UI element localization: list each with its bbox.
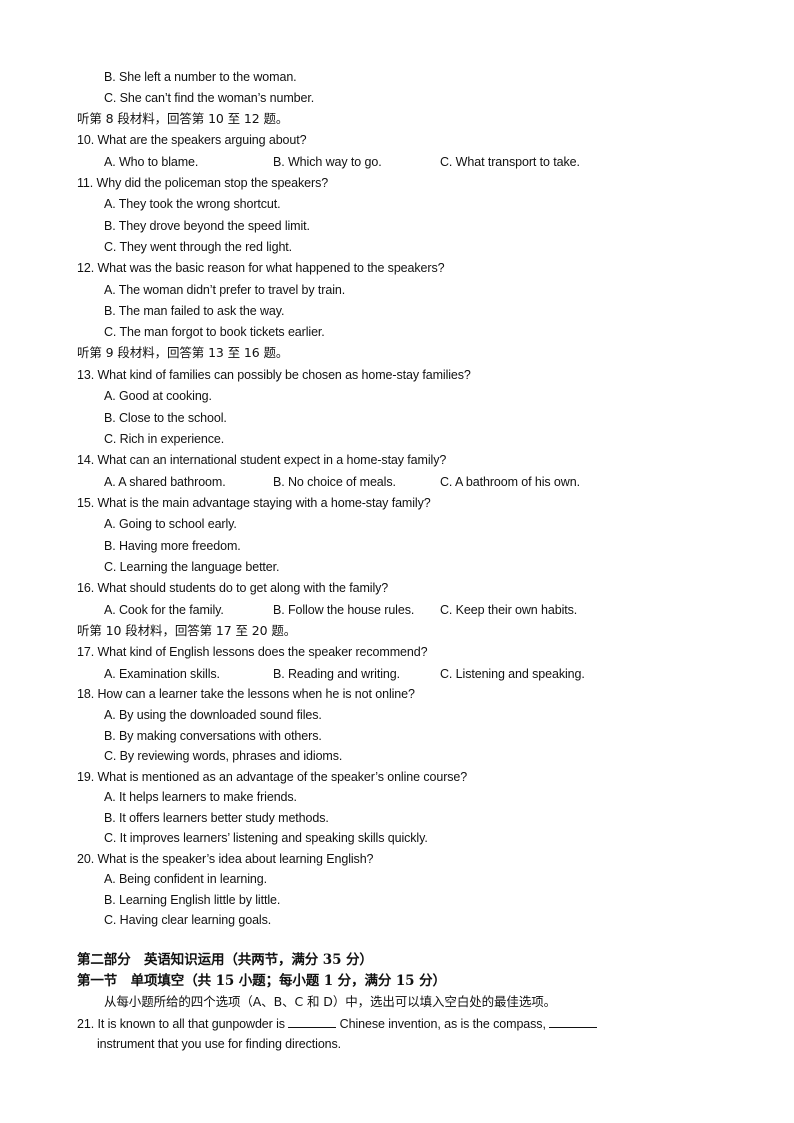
question-11: 11. Why did the policeman stop the speak…: [77, 176, 329, 190]
option-12a: A. The woman didn’t prefer to travel by …: [104, 283, 346, 297]
question-19: 19. What is mentioned as an advantage of…: [77, 770, 468, 784]
option-13b: B. Close to the school.: [104, 411, 227, 425]
question-21-text-2: Chinese invention, as is the compass,: [336, 1017, 550, 1031]
option-12c: C. The man forgot to book tickets earlie…: [104, 325, 325, 339]
section-10-header: 听第 10 段材料，回答第 17 至 20 题。: [77, 623, 297, 638]
question-13: 13. What kind of families can possibly b…: [77, 368, 471, 382]
option-16a: A. Cook for the family.: [104, 603, 224, 617]
option-11c: C. They went through the red light.: [104, 240, 293, 254]
option-19a: A. It helps learners to make friends.: [104, 790, 297, 804]
option-9b: B. She left a number to the woman.: [104, 70, 297, 84]
question-18: 18. How can a learner take the lessons w…: [77, 687, 415, 701]
option-14c: C. A bathroom of his own.: [440, 475, 580, 489]
option-16c: C. Keep their own habits.: [440, 603, 578, 617]
option-11b: B. They drove beyond the speed limit.: [104, 219, 310, 233]
answer-blank[interactable]: [288, 1015, 337, 1028]
question-20: 20. What is the speaker’s idea about lea…: [77, 852, 374, 866]
question-17: 17. What kind of English lessons does th…: [77, 645, 428, 659]
option-16b: B. Follow the house rules.: [273, 603, 415, 617]
option-14b: B. No choice of meals.: [273, 475, 396, 489]
option-20b: B. Learning English little by little.: [104, 893, 281, 907]
option-19b: B. It offers learners better study metho…: [104, 811, 329, 825]
option-12b: B. The man failed to ask the way.: [104, 304, 285, 318]
option-13a: A. Good at cooking.: [104, 389, 212, 403]
option-15b: B. Having more freedom.: [104, 539, 241, 553]
part-two-heading: 第二部分 英语知识运用（共两节，满分 35 分）: [77, 952, 373, 968]
option-18a: A. By using the downloaded sound files.: [104, 708, 322, 722]
option-10a: A. Who to blame.: [104, 155, 199, 169]
question-21: 21. It is known to all that gunpowder is…: [77, 1015, 598, 1032]
question-15: 15. What is the main advantage staying w…: [77, 496, 431, 510]
section-9-header: 听第 9 段材料，回答第 13 至 16 题。: [77, 345, 289, 360]
option-18b: B. By making conversations with others.: [104, 729, 322, 743]
option-10b: B. Which way to go.: [273, 155, 382, 169]
section-one-heading: 第一节 单项填空（共 15 小题；每小题 1 分，满分 15 分）: [77, 973, 446, 989]
option-15c: C. Learning the language better.: [104, 560, 280, 574]
question-21-continued: instrument that you use for finding dire…: [97, 1037, 342, 1051]
option-17b: B. Reading and writing.: [273, 667, 400, 681]
question-16: 16. What should students do to get along…: [77, 581, 389, 595]
option-19c: C. It improves learners’ listening and s…: [104, 831, 428, 845]
option-17c: C. Listening and speaking.: [440, 667, 585, 681]
exam-page: B. She left a number to the woman. C. Sh…: [0, 0, 794, 1123]
question-10: 10. What are the speakers arguing about?: [77, 133, 307, 147]
question-14: 14. What can an international student ex…: [77, 453, 447, 467]
option-20a: A. Being confident in learning.: [104, 872, 267, 886]
option-15a: A. Going to school early.: [104, 517, 237, 531]
section-8-header: 听第 8 段材料，回答第 10 至 12 题。: [77, 111, 289, 126]
option-14a: A. A shared bathroom.: [104, 475, 226, 489]
option-13c: C. Rich in experience.: [104, 432, 225, 446]
answer-blank[interactable]: [549, 1015, 598, 1028]
option-11a: A. They took the wrong shortcut.: [104, 197, 281, 211]
instruction-text: 从每小题所给的四个选项（A、B、C 和 D）中，选出可以填入空白处的最佳选项。: [104, 994, 557, 1009]
question-12: 12. What was the basic reason for what h…: [77, 261, 445, 275]
question-21-text-1: 21. It is known to all that gunpowder is: [77, 1017, 289, 1031]
option-10c: C. What transport to take.: [440, 155, 580, 169]
option-9c: C. She can’t find the woman’s number.: [104, 91, 315, 105]
option-18c: C. By reviewing words, phrases and idiom…: [104, 749, 343, 763]
option-20c: C. Having clear learning goals.: [104, 913, 272, 927]
option-17a: A. Examination skills.: [104, 667, 220, 681]
